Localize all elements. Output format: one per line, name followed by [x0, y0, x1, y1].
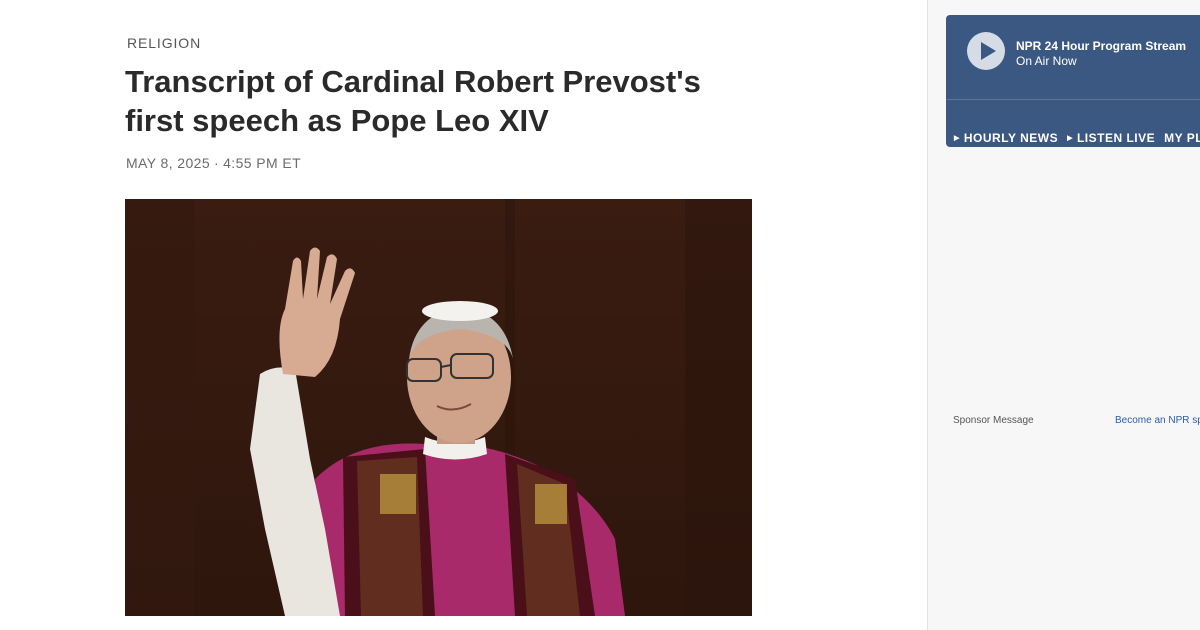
main-content: RELIGION Transcript of Cardinal Robert P… — [0, 0, 927, 630]
player-header: NPR 24 Hour Program Stream On Air Now — [946, 15, 1200, 100]
article-dateline: MAY 8, 2025 · 4:55 PM ET — [126, 155, 301, 171]
section-label[interactable]: RELIGION — [127, 35, 201, 51]
my-playlist-link[interactable]: MY PLAYLIST — [1164, 131, 1200, 145]
article-headline: Transcript of Cardinal Robert Prevost's … — [125, 64, 701, 138]
listen-live-label: LISTEN LIVE — [1076, 131, 1156, 145]
date-separator: · — [214, 155, 220, 171]
article-time: 4:55 PM ET — [223, 155, 302, 171]
sponsor-message-label: Sponsor Message — [953, 415, 1034, 426]
play-button[interactable] — [967, 32, 1005, 70]
caret-right-icon: ▶ — [954, 135, 960, 142]
sidebar: NPR 24 Hour Program Stream On Air Now ▶ H… — [927, 0, 1200, 630]
become-sponsor-link[interactable]: Become an NPR sponsor — [1115, 415, 1200, 426]
play-icon — [981, 42, 996, 60]
caret-right-icon: ▶ — [1067, 135, 1073, 142]
listen-live-link[interactable]: ▶ LISTEN LIVE — [1067, 131, 1155, 145]
stream-status: On Air Now — [1016, 54, 1077, 68]
article-photo — [125, 199, 752, 616]
hourly-news-label: HOURLY NEWS — [963, 131, 1059, 145]
my-playlist-label: MY PLAYLIST — [1164, 131, 1200, 145]
hourly-news-link[interactable]: ▶ HOURLY NEWS — [954, 131, 1058, 145]
radio-player: NPR 24 Hour Program Stream On Air Now ▶ H… — [946, 15, 1200, 147]
player-links: ▶HOURLY NEWS ▶LISTEN LIVE MY PLAYLIST — [954, 131, 1200, 145]
article-date: MAY 8, 2025 — [126, 155, 211, 171]
stream-title[interactable]: NPR 24 Hour Program Stream — [1016, 39, 1186, 53]
